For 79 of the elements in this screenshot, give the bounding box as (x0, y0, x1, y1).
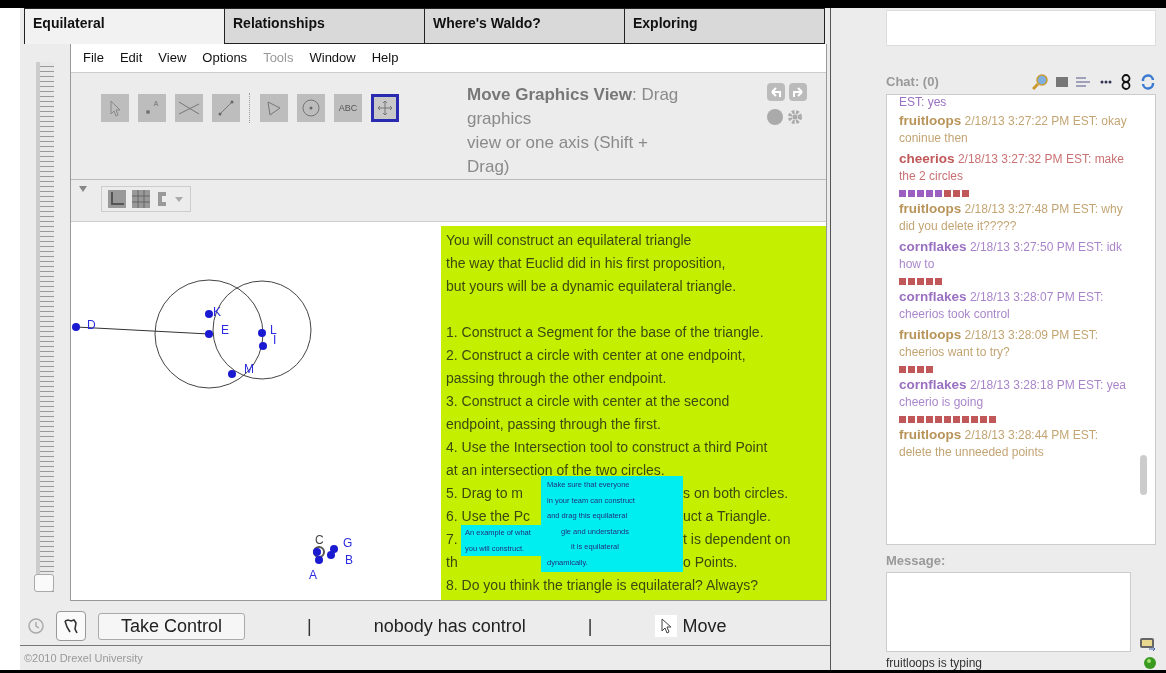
chat-title: Chat: (0) (886, 74, 939, 90)
tool-help-text: Drag) (467, 155, 511, 178)
chat-message: fruitloops 2/18/13 3:28:09 PM EST: cheerios want to try? (899, 325, 1099, 361)
tool-button[interactable] (371, 93, 399, 122)
chat-message: cornflakes 2/18/13 3:28:18 PM EST: yea cheerio is going (899, 375, 1127, 411)
control-status: nobody has control (373, 615, 526, 637)
collapse-icon[interactable] (79, 185, 87, 192)
axes-icon[interactable] (108, 189, 126, 208)
chat-message: cornflakes 2/18/13 3:27:50 PM EST: idk how to (899, 237, 1123, 273)
instruction-text: 7. (446, 531, 458, 547)
chat-message: fruitloops 2/18/13 3:27:48 PM EST: why did you delete it????? (899, 199, 1124, 235)
tool-button[interactable] (212, 93, 240, 122)
refresh-icon[interactable] (1140, 73, 1156, 90)
circle-icon (301, 97, 321, 118)
clock-icon[interactable] (28, 618, 44, 634)
instruction-text: 1. Construct a Segment for the base of the triangle. (446, 324, 764, 340)
tool-help-text: view or one axis (Shift + (467, 131, 649, 154)
menu-item[interactable]: Window (309, 50, 356, 66)
chat-message: fruitloops 2/18/13 3:27:22 PM EST: okay coninue then (899, 111, 1128, 147)
chat-message: EST: yes (899, 94, 948, 109)
instruction-text: 4. Use the Intersection tool to construct a third Point (446, 439, 768, 455)
separator-text: | (587, 615, 593, 637)
user-icon[interactable] (1120, 73, 1132, 90)
scrollbar-thumb[interactable] (1140, 454, 1147, 495)
instruction-text: th (446, 554, 458, 570)
mode-label: Move (682, 615, 727, 637)
settings-icon[interactable] (787, 108, 803, 125)
search-icon[interactable] (1032, 73, 1048, 90)
menu-item[interactable]: File (83, 50, 104, 66)
instruction-text: 3. Construct a circle with center at the second (446, 393, 730, 409)
tab[interactable]: Equilateral (24, 8, 225, 44)
message-field[interactable] (886, 572, 1131, 652)
instruction-text: You will construct an equilateral triangle (446, 232, 692, 248)
tab[interactable]: Exploring (625, 8, 825, 44)
menu-item[interactable]: Options (202, 50, 248, 66)
tool-button[interactable]: ABC (334, 93, 362, 122)
instruction-text: o Points. (683, 553, 738, 572)
point-capture-icon[interactable] (156, 191, 184, 206)
instruction-text: but yours will be a dynamic equilateral triangle. (446, 278, 737, 294)
copyright-text: ©2010 Drexel University (23, 651, 144, 666)
pointer-icon[interactable] (654, 615, 677, 637)
menu-item[interactable]: Help (371, 50, 399, 66)
instruction-text: 5. Drag to m (446, 485, 524, 501)
grid-icon[interactable] (132, 189, 150, 208)
chat-message: cheerios 2/18/13 3:27:32 PM EST: make the 2 circles (899, 149, 1125, 185)
tab[interactable]: Where's Waldo? (425, 8, 625, 44)
image-icon[interactable] (1056, 76, 1068, 87)
instruction-text: at an intersection of the two circles. (446, 462, 665, 478)
tool-help-text: graphics (467, 107, 533, 130)
instruction-text: the way that Euclid did in his first proposition, (446, 255, 726, 271)
instruction-text: s on both circles. (683, 484, 789, 503)
instruction-text: 8. Do you think the triangle is equilateral? Always? (446, 577, 759, 593)
tab[interactable]: Relationships (225, 8, 425, 44)
redo-icon[interactable] (789, 82, 807, 101)
typing-status: fruitloops is typing (886, 656, 983, 670)
instruction-text: passing through the other endpoint. (446, 370, 667, 386)
menu-item[interactable]: View (158, 50, 187, 66)
status-dot-icon (1144, 657, 1156, 669)
menu-item[interactable]: Edit (119, 50, 143, 66)
instruction-text: endpoint, passing through the first. (446, 416, 661, 432)
chat-message: cornflakes 2/18/13 3:28:07 PM EST: cheerios took control (899, 287, 1105, 323)
take-control-button[interactable]: Take Control (98, 612, 246, 640)
undo-icon[interactable] (767, 82, 785, 101)
slider-thumb[interactable] (34, 574, 54, 592)
tool-button[interactable] (297, 93, 325, 122)
instruction-text: 2. Construct a circle with center at one endpoint, (446, 347, 746, 363)
instruction-text: uct a Triangle. (683, 507, 771, 526)
send-icon[interactable] (1140, 638, 1156, 652)
hand-icon (62, 617, 80, 635)
more-icon[interactable] (1100, 79, 1112, 84)
message-label: Message: (886, 553, 947, 568)
list-icon[interactable] (1076, 76, 1092, 87)
hand-button[interactable] (56, 611, 86, 641)
separator-text: | (307, 615, 312, 637)
instruction-text: 6. Use the Pc (446, 508, 531, 524)
tool-help-text: Move Graphics View: Drag (467, 83, 680, 106)
instruction-text: t is dependent on (683, 530, 791, 549)
text-field[interactable] (886, 10, 1156, 46)
chat-message: fruitloops 2/18/13 3:28:44 PM EST: delete the unneeded points (899, 425, 1099, 461)
